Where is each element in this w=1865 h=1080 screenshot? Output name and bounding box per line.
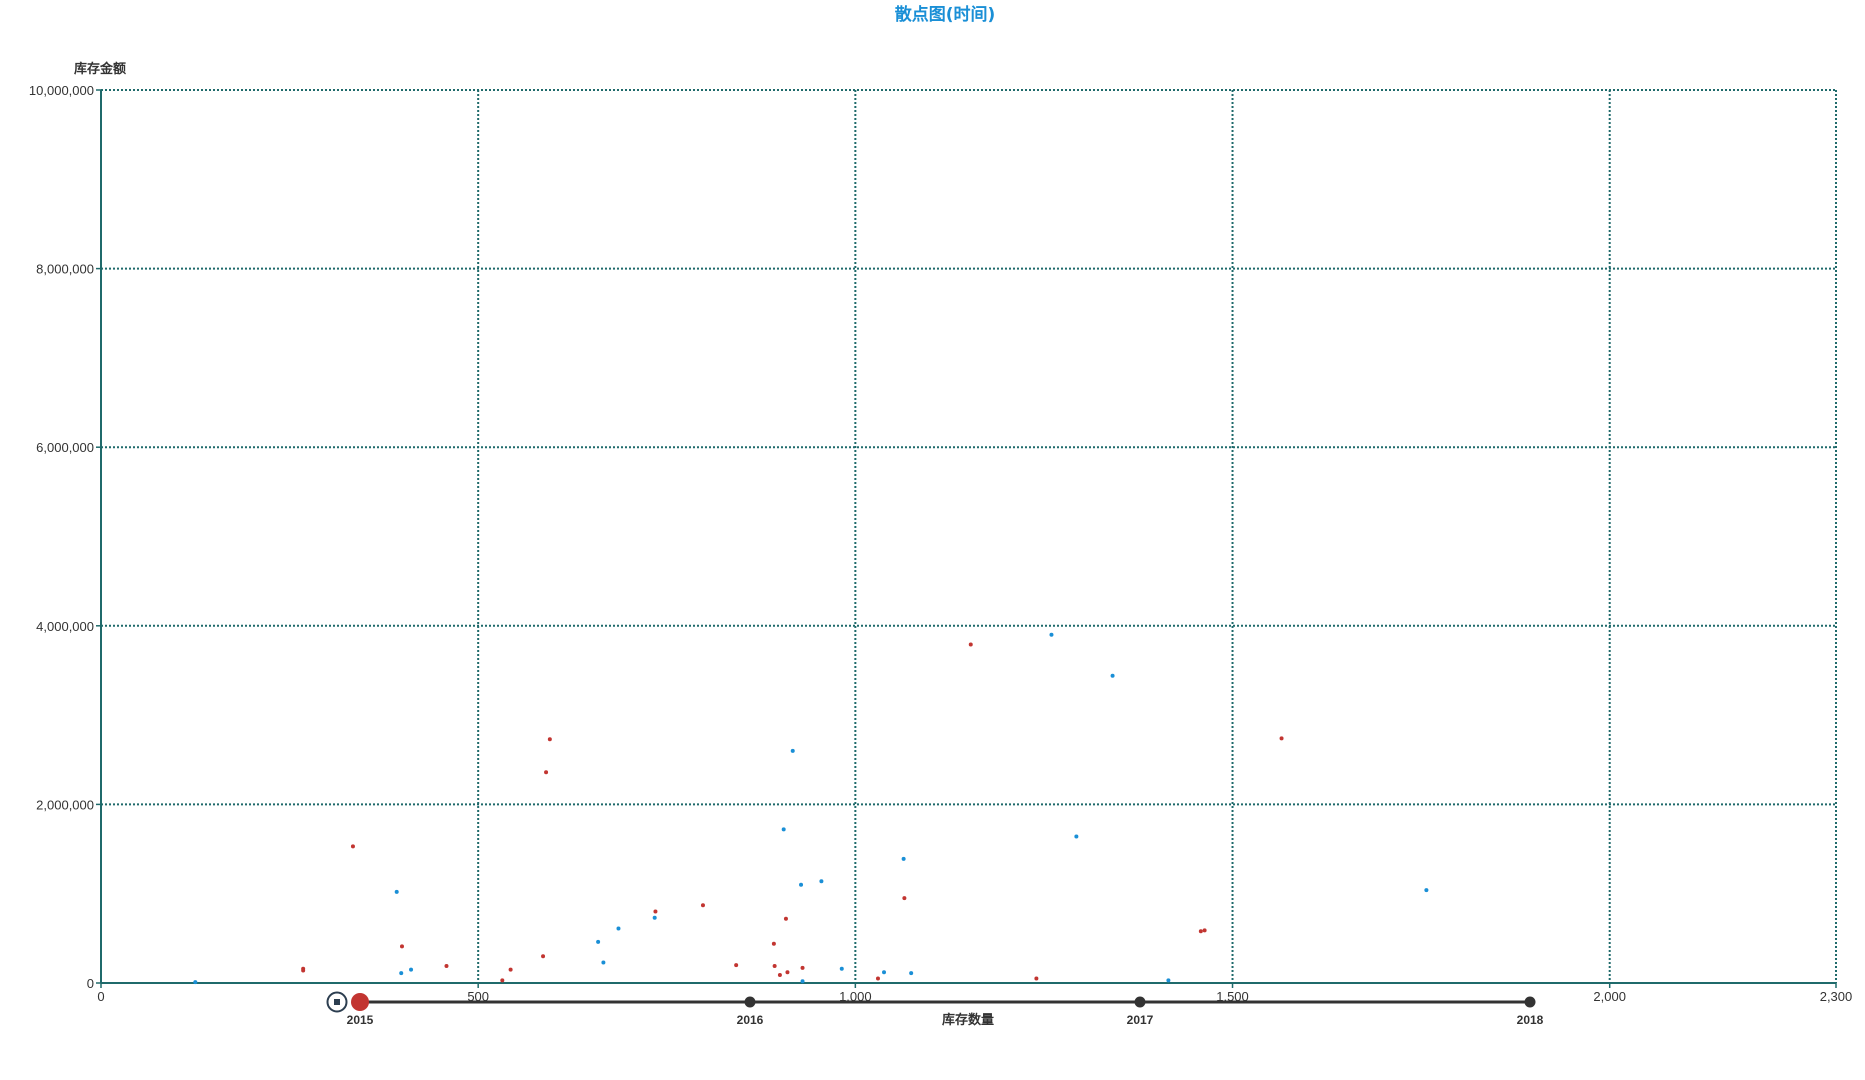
scatter-point [882,970,887,975]
scatter-point [1202,928,1207,933]
scatter-point [1424,888,1429,893]
scatter-point [771,941,776,946]
timeline-label[interactable]: 2018 [1517,1013,1544,1027]
scatter-point [601,960,606,965]
scatter-point [777,972,782,977]
y-tick-label: 2,000,000 [36,797,94,812]
scatter-point [875,976,880,981]
scatter-point [652,915,657,920]
y-tick-label: 0 [87,976,94,991]
scatter-point [350,844,355,849]
timeline-label[interactable]: 2015 [347,1013,374,1027]
y-tick-label: 10,000,000 [29,83,94,98]
scatter-point [399,944,404,949]
scatter-point [909,971,914,976]
scatter-point [800,979,805,984]
axes: 0 2,000,000 4,000,000 6,000,000 8,000,000 10,… [29,83,1852,1004]
scatter-point [700,903,705,908]
y-axis-title: 库存金额 [74,61,126,77]
scatter-point [541,954,546,959]
scatter-point [1034,976,1039,981]
y-tick-label: 4,000,000 [36,619,94,634]
scatter-point [1074,834,1079,839]
scatter-point [783,916,788,921]
timeline-dot[interactable] [1524,996,1536,1008]
scatter-point [1110,673,1115,678]
scatter-point [399,971,404,976]
x-tick-label: 2,300 [1820,989,1853,1004]
data-points [193,632,1429,985]
timeline-dot[interactable] [1134,996,1146,1008]
chart-title: 散点图(时间) [895,4,996,25]
grid [101,89,1837,983]
scatter-point [1166,978,1171,983]
x-axis-title: 库存数量 [942,1012,994,1028]
scatter-point [799,882,804,887]
x-tick-label: 0 [97,989,104,1004]
y-tick-label: 6,000,000 [36,440,94,455]
scatter-point [1198,929,1203,934]
scatter-point [409,967,414,972]
scatter-point [500,978,505,983]
scatter-point [800,965,805,970]
scatter-point [901,856,906,861]
x-tick-label: 2,000 [1593,989,1626,1004]
timeline[interactable]: 2015 2016 2017 2018 [326,991,1544,1028]
scatter-point [544,770,549,775]
scatter-point [301,968,306,973]
scatter-point [444,964,449,969]
scatter-point [819,879,824,884]
scatter-point [772,964,777,969]
scatter-point [616,926,621,931]
scatter-point [1279,736,1284,741]
timeline-dot[interactable] [744,996,756,1008]
scatter-point [1049,632,1054,637]
scatter-point [547,737,552,742]
scatter-point [653,909,658,914]
scatter-point [193,980,198,985]
timeline-label[interactable]: 2017 [1127,1013,1154,1027]
scatter-point [508,967,513,972]
stop-icon-square [334,999,340,1005]
timeline-label[interactable]: 2016 [737,1013,764,1027]
scatter-point [902,896,907,901]
scatter-point [734,963,739,968]
scatter-point [785,970,790,975]
timeline-current-marker[interactable] [351,993,369,1011]
scatter-point [596,939,601,944]
y-tick-label: 8,000,000 [36,262,94,277]
scatter-point [968,642,973,647]
scatter-point [839,966,844,971]
scatter-point [790,748,795,753]
scatter-point [394,889,399,894]
scatter-point [781,827,786,832]
scatter-chart: 散点图(时间) 库存金额 库存数量 0 2,000,000 4,000,000 6,0… [29,4,1852,1028]
